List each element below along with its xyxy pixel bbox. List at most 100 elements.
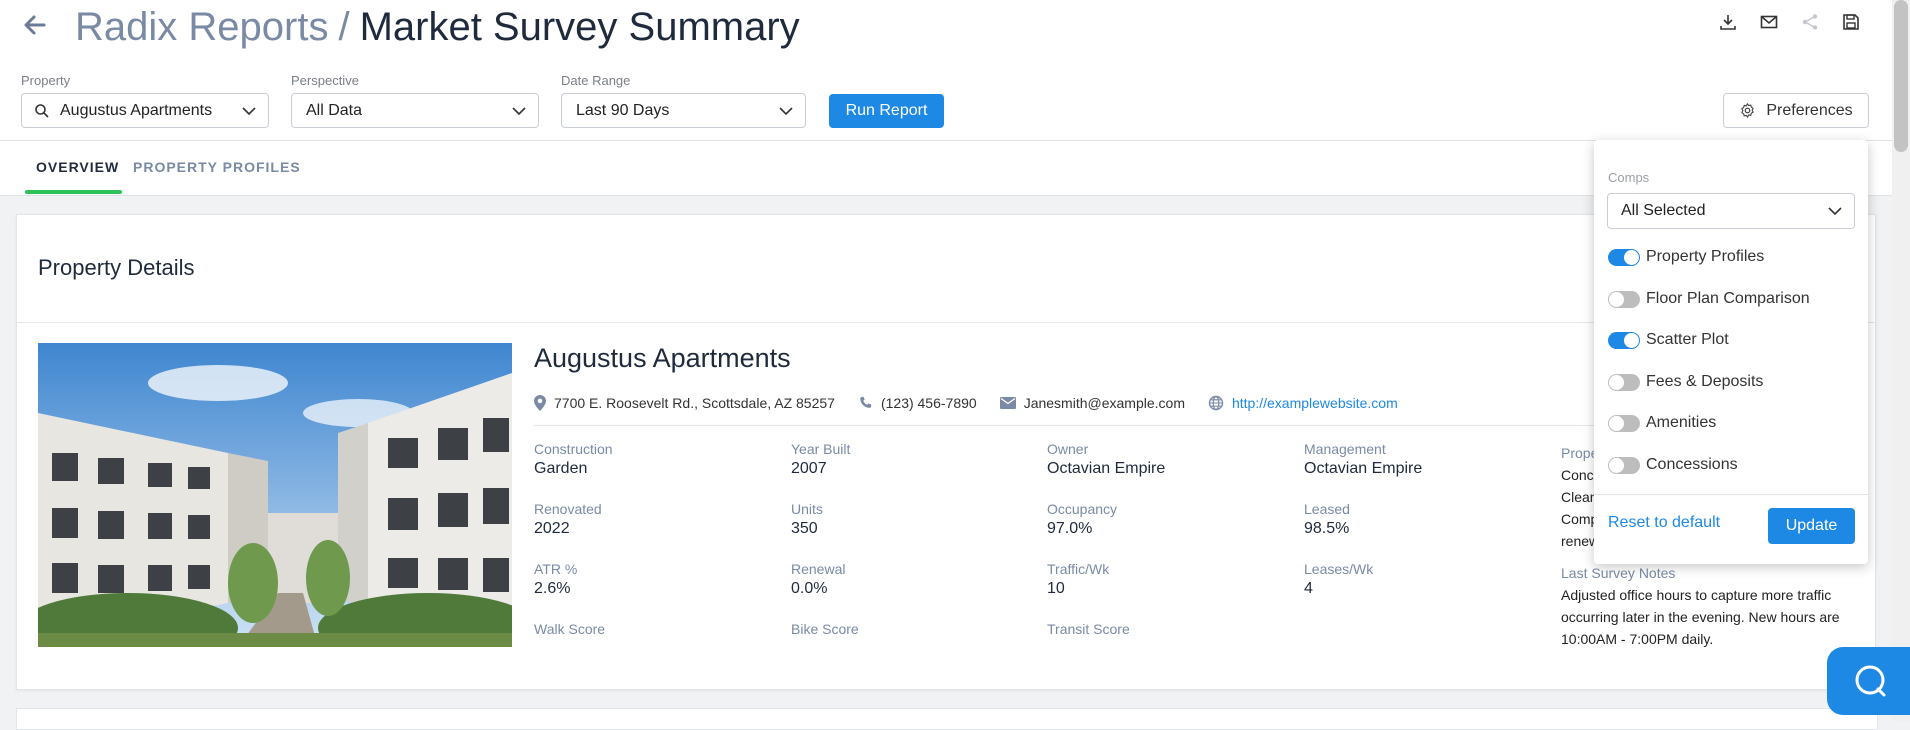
- website-item: http://examplewebsite.com: [1208, 395, 1398, 411]
- metric-value: Octavian Empire: [1047, 460, 1166, 477]
- date-range-select-value: Last 90 Days: [576, 101, 670, 119]
- property-website-link[interactable]: http://examplewebsite.com: [1232, 395, 1398, 411]
- metric-value: 350: [791, 520, 818, 537]
- perspective-label: Perspective: [291, 73, 359, 88]
- metric-value: 2.6%: [534, 580, 571, 597]
- toggle-scatter-plot[interactable]: Scatter Plot: [1608, 331, 1729, 349]
- toggle-label: Concessions: [1646, 456, 1738, 473]
- toolbar-actions: [1718, 12, 1861, 32]
- metric-label: Renewal: [791, 561, 846, 577]
- last-survey-notes: Last Survey Notes Adjusted office hours …: [1561, 562, 1851, 650]
- toggle-floor-plan-comparison[interactable]: Floor Plan Comparison: [1608, 290, 1810, 308]
- tab-property-profiles[interactable]: PROPERTY PROFILES: [133, 159, 301, 175]
- metric-renewal: Renewal 0.0%: [791, 561, 1031, 598]
- toggle-switch[interactable]: [1608, 290, 1640, 308]
- tab-overview[interactable]: OVERVIEW: [36, 159, 119, 175]
- metric-label: Leased: [1304, 501, 1350, 517]
- metric-construction: Construction Garden: [534, 441, 774, 478]
- toggle-switch[interactable]: [1608, 248, 1640, 266]
- phone-item: (123) 456-7890: [858, 395, 977, 411]
- metric-bike-score: Bike Score: [791, 621, 1031, 637]
- metric-value: 0.0%: [791, 580, 828, 597]
- preferences-panel: Comps All Selected Property Profiles Flo…: [1594, 140, 1868, 564]
- comps-select-value: All Selected: [1621, 202, 1706, 219]
- metric-label: Traffic/Wk: [1047, 561, 1110, 577]
- toggle-fees-deposits[interactable]: Fees & Deposits: [1608, 373, 1763, 391]
- metric-value: 97.0%: [1047, 520, 1093, 537]
- preferences-button[interactable]: Preferences: [1723, 93, 1869, 128]
- toggle-label: Amenities: [1646, 414, 1717, 431]
- chevron-down-icon: [779, 104, 793, 118]
- location-pin-icon: [534, 395, 554, 411]
- save-icon[interactable]: [1841, 12, 1861, 32]
- metric-occupancy: Occupancy 97.0%: [1047, 501, 1287, 538]
- comps-select[interactable]: All Selected: [1607, 193, 1855, 229]
- toggle-property-profiles[interactable]: Property Profiles: [1608, 248, 1764, 266]
- metric-year-built: Year Built 2007: [791, 441, 1031, 478]
- date-range-select[interactable]: Last 90 Days: [561, 93, 806, 128]
- chevron-down-icon: [512, 104, 526, 118]
- metric-label: Transit Score: [1047, 621, 1130, 637]
- download-icon[interactable]: [1718, 12, 1738, 32]
- chat-bubble-icon: [1852, 663, 1888, 699]
- metric-value: Octavian Empire: [1304, 460, 1423, 477]
- update-button[interactable]: Update: [1768, 508, 1855, 544]
- property-name: Augustus Apartments: [534, 343, 791, 373]
- metric-renovated: Renovated 2022: [534, 501, 774, 538]
- mail-icon[interactable]: [1759, 12, 1779, 32]
- metric-leased: Leased 98.5%: [1304, 501, 1544, 538]
- metric-leases-wk: Leases/Wk 4: [1304, 561, 1544, 598]
- metric-label: Bike Score: [791, 621, 859, 637]
- page-title-text: Market Survey Summary: [359, 5, 800, 49]
- toggle-switch[interactable]: [1608, 331, 1640, 349]
- property-address: 7700 E. Roosevelt Rd., Scottsdale, AZ 85…: [554, 395, 835, 411]
- toggle-concessions[interactable]: Concessions: [1608, 456, 1738, 474]
- metric-label: Management: [1304, 441, 1386, 457]
- metric-value: 10: [1047, 580, 1065, 597]
- search-icon: [34, 103, 50, 119]
- preferences-button-label: Preferences: [1766, 101, 1853, 119]
- next-section-card: [16, 708, 1878, 730]
- details-divider: [534, 425, 1634, 426]
- metric-value: 2007: [791, 460, 827, 477]
- back-arrow-icon[interactable]: [22, 12, 48, 38]
- chevron-down-icon: [242, 104, 256, 118]
- toggle-switch[interactable]: [1608, 456, 1640, 474]
- toggle-amenities[interactable]: Amenities: [1608, 414, 1716, 432]
- reset-to-default-link[interactable]: Reset to default: [1608, 514, 1720, 532]
- date-range-label: Date Range: [561, 73, 631, 88]
- chevron-down-icon: [1828, 204, 1842, 218]
- metric-transit-score: Transit Score: [1047, 621, 1287, 637]
- panel-divider: [1594, 494, 1868, 495]
- breadcrumb-radix-reports[interactable]: Radix Reports: [75, 5, 328, 49]
- metric-value: 2022: [534, 520, 570, 537]
- toggle-switch[interactable]: [1608, 414, 1640, 432]
- email-item: Janesmith@example.com: [999, 395, 1185, 411]
- page-scrollbar[interactable]: [1892, 0, 1910, 722]
- scrollbar-thumb[interactable]: [1894, 0, 1908, 152]
- top-bar: Radix Reports / Market Survey Summary Prop…: [0, 0, 1892, 141]
- active-tab-indicator: [25, 190, 122, 194]
- metric-label: Year Built: [791, 441, 851, 457]
- metric-label: ATR %: [534, 561, 578, 577]
- run-report-button[interactable]: Run Report: [829, 94, 944, 128]
- perspective-select-value: All Data: [306, 101, 363, 119]
- metric-atr: ATR % 2.6%: [534, 561, 774, 598]
- property-phone: (123) 456-7890: [880, 395, 977, 411]
- metric-management: Management Octavian Empire: [1304, 441, 1544, 478]
- comps-label: Comps: [1608, 170, 1650, 185]
- metric-label: Renovated: [534, 501, 602, 517]
- toggle-switch[interactable]: [1608, 373, 1640, 391]
- metric-traffic: Traffic/Wk 10: [1047, 561, 1287, 598]
- last-survey-notes-label: Last Survey Notes: [1561, 565, 1676, 581]
- help-chat-button[interactable]: [1827, 647, 1910, 715]
- metric-label: Walk Score: [534, 621, 606, 637]
- metric-walk-score: Walk Score: [534, 621, 774, 637]
- metric-value: Garden: [534, 460, 588, 477]
- metric-label: Units: [791, 501, 823, 517]
- share-icon[interactable]: [1800, 12, 1820, 32]
- property-photo: [38, 343, 512, 647]
- property-select[interactable]: Augustus Apartments: [21, 93, 269, 128]
- perspective-select[interactable]: All Data: [291, 93, 539, 128]
- property-email: Janesmith@example.com: [1023, 395, 1185, 411]
